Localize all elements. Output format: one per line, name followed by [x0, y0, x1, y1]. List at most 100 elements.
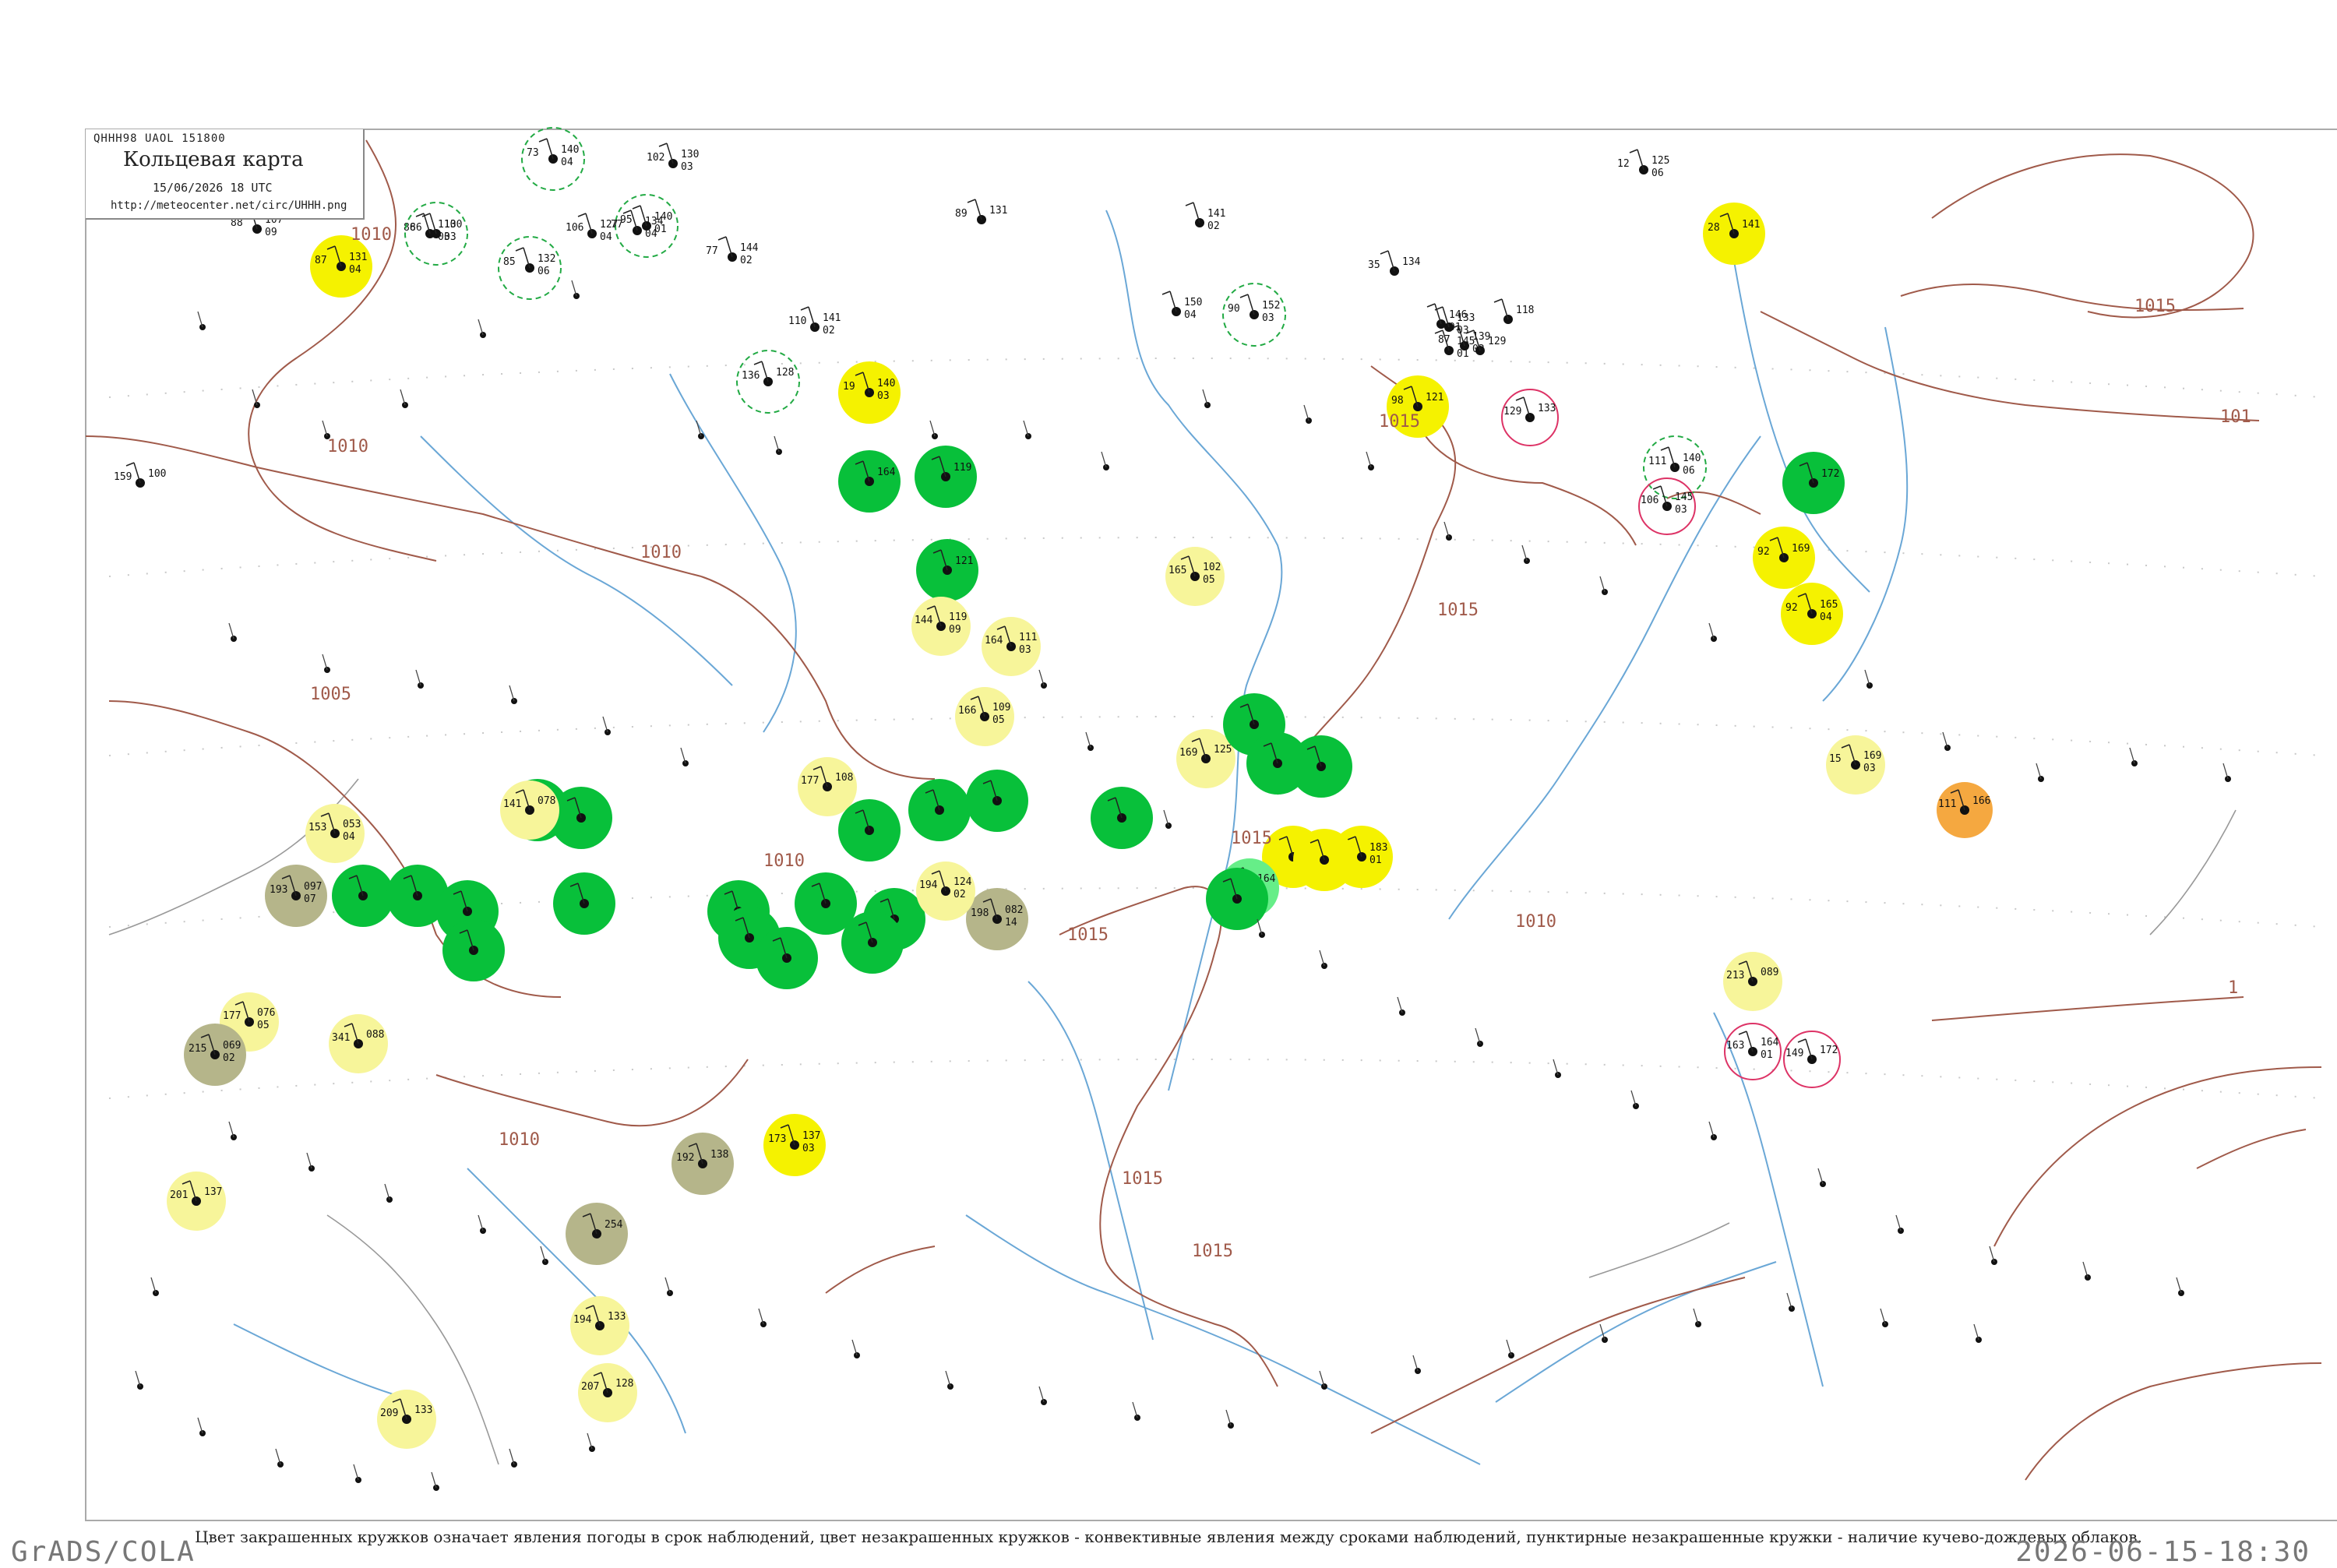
temperature-value: 341 — [332, 1032, 350, 1044]
station-marker-plain — [1553, 1059, 1561, 1078]
station-marker-plain — [602, 716, 611, 735]
river-line — [420, 435, 733, 686]
isobar-line — [2025, 1362, 2322, 1481]
station-marker-plain — [1023, 420, 1031, 439]
wind-barb — [1786, 1292, 1792, 1309]
weather-station: 09707 193 — [265, 865, 327, 927]
isobar-label: 1015 — [1379, 412, 1420, 432]
wind-barb-feather — [967, 199, 976, 203]
weather-station: 11909 144 — [911, 597, 971, 656]
station-marker-plain — [1475, 1027, 1483, 1047]
pressure-value: 131 — [349, 252, 367, 263]
wind-barb — [1132, 1401, 1138, 1418]
wind-barb — [1630, 1090, 1637, 1107]
weather-station: 128 136 — [736, 350, 800, 414]
pressure-tendency: 02 — [1207, 220, 1220, 232]
grads-credit: GrADS/COLA — [11, 1536, 196, 1568]
wind-barb — [1864, 669, 1870, 686]
wind-barb-feather — [753, 361, 763, 365]
station-marker-plain — [478, 319, 486, 338]
temperature-value: 129 — [1503, 406, 1521, 418]
weather-station: 12402 194 — [916, 862, 975, 921]
station-marker-plain — [252, 389, 260, 408]
pressure-value: 102 — [1203, 562, 1221, 573]
temperature-value: 35 — [1368, 259, 1380, 271]
weather-station: 133 209 — [377, 1390, 436, 1449]
weather-station: 12704 106 — [566, 213, 618, 243]
wind-barb — [1708, 622, 1715, 640]
weather-station: 108 177 — [798, 757, 857, 816]
map-source-url[interactable]: http://meteocenter.net/circ/UHHH.png — [111, 199, 347, 212]
wind-barb — [540, 1246, 546, 1263]
wind-barb — [2129, 747, 2135, 764]
pressure-tendency: 06 — [1683, 465, 1695, 477]
wind-barb — [384, 1183, 390, 1200]
temperature-value: 177 — [223, 1010, 241, 1022]
temperature-value: 136 — [742, 370, 760, 382]
pressure-value: 145 — [1457, 336, 1475, 347]
wind-barb — [1599, 576, 1606, 593]
station-marker-plain — [587, 1432, 595, 1452]
wind-barb-feather — [632, 205, 641, 210]
wind-barb-feather — [1629, 149, 1638, 153]
temperature-value: 166 — [958, 705, 976, 717]
weather-station: 13003 102 — [647, 143, 699, 173]
station-marker-plain — [1132, 1401, 1140, 1421]
wind-barb — [353, 1464, 359, 1481]
station-marker-plain — [1085, 731, 1094, 751]
temperature-value: 209 — [380, 1408, 398, 1419]
pressure-tendency: 06 — [1651, 167, 1664, 179]
pressure-value: 131 — [989, 205, 1007, 217]
map-frame — [85, 129, 2337, 1521]
station-marker-plain — [851, 1339, 860, 1358]
temperature-value: 110 — [788, 315, 806, 327]
temperature-value: 177 — [801, 775, 819, 787]
station-marker-plain — [509, 685, 517, 704]
isobar-line — [1931, 996, 2244, 1021]
station-marker-plain — [150, 1277, 159, 1296]
weather-station: 138 192 — [671, 1133, 734, 1195]
weather-station: 12506 12 — [1617, 149, 1669, 179]
pressure-tendency: 05 — [1203, 574, 1215, 586]
weather-station: 13104 87 — [310, 235, 372, 298]
pressure-value: 133 — [1538, 403, 1556, 414]
graticule-line — [108, 1059, 2322, 1099]
pressure-value: 121 — [1426, 392, 1443, 403]
pressure-tendency: 02 — [740, 255, 753, 266]
wind-barb — [1202, 389, 1208, 406]
temperature-value: 98 — [1391, 395, 1404, 407]
pressure-value: 128 — [615, 1378, 633, 1390]
weather-station: 14402 77 — [706, 236, 759, 266]
weather-station: 128 207 — [578, 1363, 637, 1422]
pressure-value: 097 — [304, 881, 322, 893]
isobar-label: 1010 — [640, 543, 682, 562]
station-marker-plain — [680, 747, 689, 766]
pressure-value: 121 — [955, 555, 973, 567]
wind-barb — [478, 1214, 484, 1231]
isobar-line — [1993, 1066, 2322, 1247]
temperature-value: 85 — [503, 256, 516, 268]
isobar-label: 1010 — [499, 1130, 540, 1150]
weather-station — [908, 779, 971, 841]
pressure-value: 108 — [835, 772, 853, 784]
station-marker-plain — [1521, 544, 1530, 564]
weather-station: 16504 92 — [1781, 583, 1843, 645]
wind-barb — [275, 1448, 281, 1465]
pressure-value: 089 — [1761, 967, 1778, 978]
weather-station: 133 194 — [570, 1296, 629, 1355]
pressure-value: 133 — [1457, 312, 1475, 324]
wind-barb — [851, 1339, 858, 1356]
weather-station — [1293, 829, 1355, 891]
weather-station: 08214 198 — [966, 888, 1028, 950]
station-marker-plain — [1443, 521, 1452, 541]
river-line — [1448, 435, 1761, 920]
isobar-label: 1015 — [1231, 829, 1272, 848]
wind-barb — [1443, 521, 1450, 538]
station-marker-plain — [478, 1214, 486, 1234]
border-line — [2149, 809, 2237, 936]
weather-station: 14003 19 — [838, 361, 901, 424]
pressure-value: 169 — [1863, 750, 1881, 762]
pressure-value: 164 — [1761, 1037, 1779, 1048]
pressure-value: 125 — [1651, 155, 1669, 167]
isobar-label: 1015 — [2134, 297, 2176, 316]
